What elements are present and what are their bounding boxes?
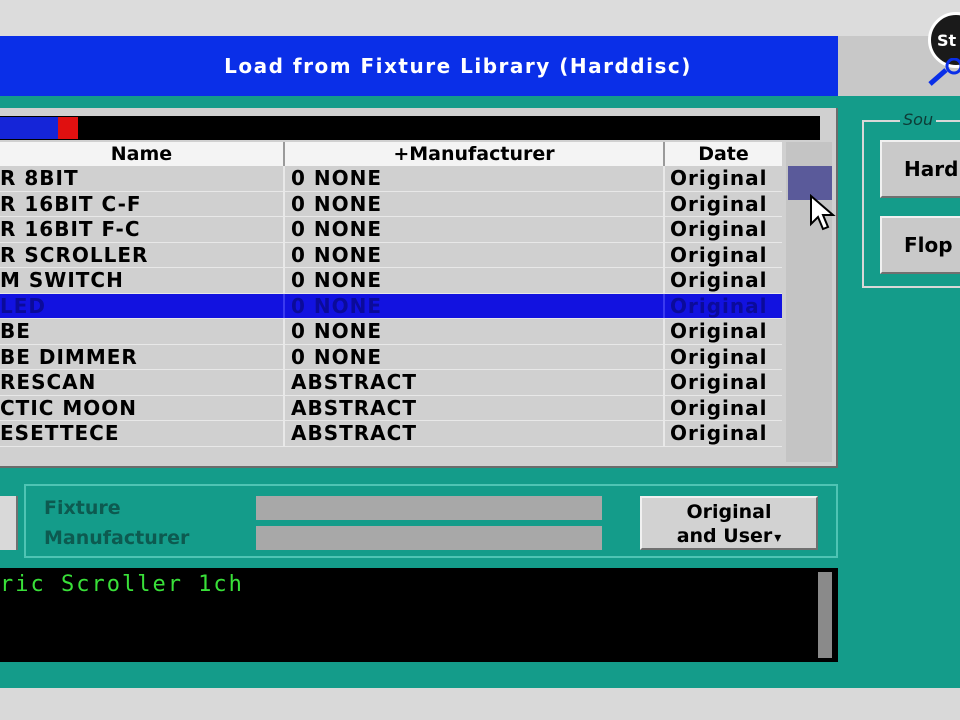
table-row[interactable]: M SWITCH 0 NONE Original (0, 268, 782, 294)
row-name: R 16BIT F-C (0, 217, 285, 242)
chevron-down-icon: ▾ (774, 530, 782, 546)
floppy-button[interactable]: Flop (880, 216, 960, 274)
row-manufacturer: 0 NONE (285, 319, 665, 344)
row-manufacturer: 0 NONE (285, 293, 665, 318)
table-row[interactable]: R 16BIT C-F 0 NONE Original (0, 191, 782, 217)
row-name: RESCAN (0, 370, 285, 395)
bottom-strip (0, 688, 960, 720)
row-manufacturer: 0 NONE (285, 191, 665, 216)
table-row[interactable]: CTIC MOON ABSTRACT Original (0, 395, 782, 421)
top-strip (0, 0, 960, 36)
row-date: Original (670, 395, 768, 420)
left-edge-button[interactable] (0, 496, 18, 550)
row-manufacturer: ABSTRACT (285, 421, 665, 446)
manufacturer-filter-input[interactable] (256, 526, 602, 550)
row-date: Original (670, 217, 768, 242)
fixture-filter-label: Fixture (44, 497, 121, 519)
row-date: Original (670, 370, 768, 395)
table-header: Name +Manufacturer Date (0, 142, 782, 166)
harddisc-button[interactable]: Hard (880, 140, 960, 198)
row-name: R SCROLLER (0, 242, 285, 267)
console-text: ric Scroller 1ch (0, 572, 244, 597)
table-row[interactable]: BE DIMMER 0 NONE Original (0, 344, 782, 370)
row-name: BE (0, 319, 285, 344)
row-name: CTIC MOON (0, 395, 285, 420)
row-date: Original (670, 191, 768, 216)
search-icon[interactable] (926, 58, 960, 88)
library-mode-dropdown[interactable]: Original and User ▾ (640, 496, 818, 550)
logo-text: St (937, 30, 957, 50)
row-manufacturer: 0 NONE (285, 217, 665, 242)
manufacturer-filter-label: Manufacturer (44, 527, 190, 549)
row-date: Original (670, 166, 768, 191)
row-date: Original (670, 421, 768, 446)
column-header-date[interactable]: Date (665, 142, 782, 166)
row-manufacturer: ABSTRACT (285, 370, 665, 395)
row-date: Original (670, 344, 768, 369)
library-mode-line2: and User (676, 525, 773, 547)
row-name: LED (0, 293, 285, 318)
source-group-label: Sou (900, 110, 937, 129)
table-row[interactable]: R 8BIT 0 NONE Original (0, 166, 782, 192)
fixture-list: R 8BIT 0 NONE Original R 16BIT C-F 0 NONE Ori… (0, 166, 782, 447)
load-progress-marker (58, 117, 78, 139)
table-row[interactable]: RESCAN ABSTRACT Original (0, 370, 782, 396)
table-row[interactable]: R 16BIT F-C 0 NONE Original (0, 217, 782, 243)
row-name: ESETTECE (0, 421, 285, 446)
table-row[interactable]: R SCROLLER 0 NONE Original (0, 242, 782, 268)
row-manufacturer: 0 NONE (285, 166, 665, 191)
row-name: BE DIMMER (0, 344, 285, 369)
table-row[interactable]: ESETTECE ABSTRACT Original (0, 421, 782, 447)
load-progress-bar (0, 116, 820, 140)
row-date: Original (670, 319, 768, 344)
window-title: Load from Fixture Library (Harddisc) (224, 54, 692, 78)
mouse-cursor-icon (810, 194, 836, 231)
row-date: Original (670, 293, 768, 318)
row-manufacturer: 0 NONE (285, 344, 665, 369)
row-name: R 16BIT C-F (0, 191, 285, 216)
row-date: Original (670, 242, 768, 267)
library-mode-line1: Original (686, 501, 772, 523)
row-name: R 8BIT (0, 166, 285, 191)
row-date: Original (670, 268, 768, 293)
table-row[interactable]: LED 0 NONE Original (0, 293, 782, 319)
row-manufacturer: 0 NONE (285, 268, 665, 293)
column-header-name[interactable]: Name (0, 142, 285, 166)
row-manufacturer: ABSTRACT (285, 395, 665, 420)
window-title-bar: Load from Fixture Library (Harddisc) (0, 36, 836, 96)
console-scrollbar[interactable] (818, 572, 832, 658)
row-name: M SWITCH (0, 268, 285, 293)
column-header-manufacturer[interactable]: +Manufacturer (285, 142, 665, 166)
fixture-filter-input[interactable] (256, 496, 602, 520)
row-manufacturer: 0 NONE (285, 242, 665, 267)
table-row[interactable]: BE 0 NONE Original (0, 319, 782, 345)
